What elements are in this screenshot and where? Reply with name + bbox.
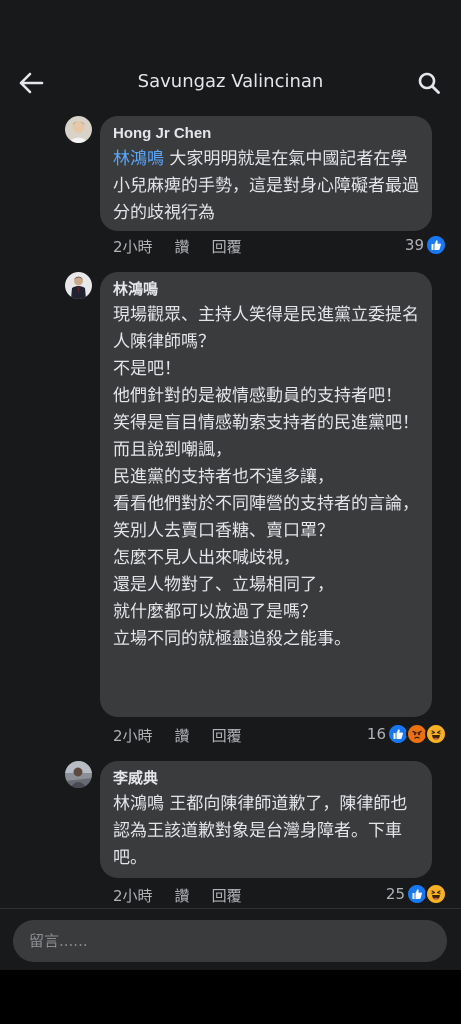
comment-time: 2小時 xyxy=(113,726,153,745)
comment-author[interactable]: 李威典 xyxy=(113,769,419,789)
avatar[interactable] xyxy=(65,116,92,143)
reply-button[interactable]: 回覆 xyxy=(212,725,242,746)
comment-time: 2小時 xyxy=(113,886,153,905)
haha-icon xyxy=(425,723,447,745)
like-button[interactable]: 讚 xyxy=(175,885,190,906)
reply-button[interactable]: 回覆 xyxy=(212,236,242,257)
like-icon xyxy=(425,234,447,256)
header: Savungaz Valincinan xyxy=(0,52,461,112)
comment-author[interactable]: Hong Jr Chen xyxy=(113,124,419,144)
search-button[interactable] xyxy=(412,68,446,98)
comment-actions: 2小時 讚 回覆 xyxy=(113,884,242,906)
comment-text: 現場觀眾、主持人笑得是民進黨立委提名人陳律師嗎？ 不是吧！ 他們針對的是被情感動… xyxy=(113,305,419,649)
page-title: Savungaz Valincinan xyxy=(137,71,324,92)
comment-actions: 2小時 讚 回覆 xyxy=(113,235,242,257)
avatar-icon xyxy=(65,116,92,143)
comments-screen: Savungaz Valincinan Hong Jr Chen 林鴻鳴 大家明… xyxy=(0,0,461,970)
mention-link[interactable]: 林鴻鳴 xyxy=(113,149,164,169)
reaction-count: 25 xyxy=(385,885,405,903)
comment-input[interactable] xyxy=(13,920,447,962)
comment-bubble[interactable]: 林鴻鳴 現場觀眾、主持人笑得是民進黨立委提名人陳律師嗎？ 不是吧！ 他們針對的是… xyxy=(100,272,432,717)
reaction-summary[interactable]: 16 xyxy=(367,723,447,745)
avatar-icon xyxy=(65,272,92,299)
comment-bubble[interactable]: 李威典 林鴻鳴 王都向陳律師道歉了，陳律師也認為王該道歉對象是台灣身障者。下車吧… xyxy=(100,761,432,878)
reaction-summary[interactable]: 39 xyxy=(405,234,447,256)
avatar-icon xyxy=(65,761,92,788)
haha-icon xyxy=(425,883,447,905)
like-button[interactable]: 讚 xyxy=(175,236,190,257)
comment-actions: 2小時 讚 回覆 xyxy=(113,724,242,746)
search-icon xyxy=(418,72,440,94)
comment-composer xyxy=(0,908,461,970)
reaction-count: 16 xyxy=(366,725,386,743)
comment-bubble[interactable]: Hong Jr Chen 林鴻鳴 大家明明就是在氣中國記者在學小兒麻痺的手勢，這… xyxy=(100,116,432,231)
reaction-count: 39 xyxy=(404,236,424,254)
reply-button[interactable]: 回覆 xyxy=(212,885,242,906)
comment-text: 林鴻鳴 大家明明就是在氣中國記者在學小兒麻痺的手勢，這是對身心障礙者最過分的歧視… xyxy=(113,146,419,227)
comment-author[interactable]: 林鴻鳴 xyxy=(113,280,419,300)
like-button[interactable]: 讚 xyxy=(175,725,190,746)
avatar[interactable] xyxy=(65,761,92,788)
reaction-summary[interactable]: 25 xyxy=(386,883,447,905)
comment-time: 2小時 xyxy=(113,237,153,256)
avatar[interactable] xyxy=(65,272,92,299)
comment-text: 林鴻鳴 王都向陳律師道歉了，陳律師也認為王該道歉對象是台灣身障者。下車吧。 xyxy=(113,794,408,868)
